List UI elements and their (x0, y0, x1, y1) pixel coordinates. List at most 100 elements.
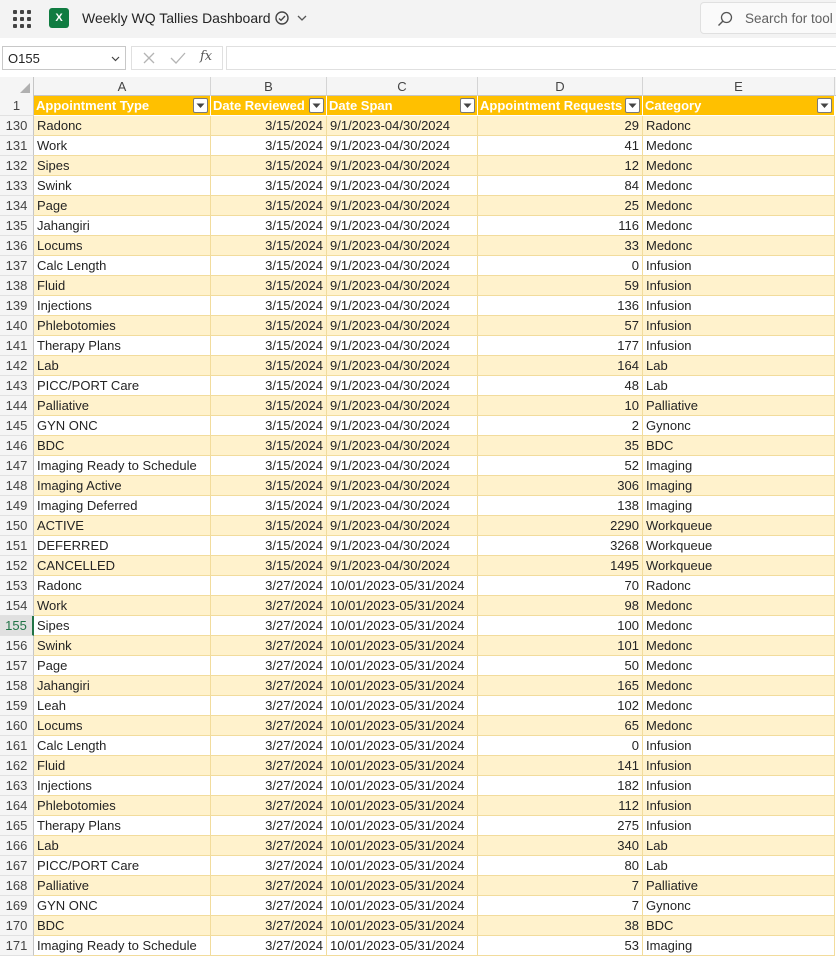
table-cell[interactable]: Medonc (643, 216, 835, 236)
table-cell[interactable]: 3/15/2024 (211, 476, 327, 496)
table-cell[interactable]: 10/01/2023-05/31/2024 (327, 776, 478, 796)
table-cell[interactable]: 10/01/2023-05/31/2024 (327, 636, 478, 656)
table-cell[interactable]: 3/27/2024 (211, 776, 327, 796)
table-cell[interactable]: 9/1/2023-04/30/2024 (327, 136, 478, 156)
table-cell[interactable]: Locums (34, 716, 211, 736)
table-cell[interactable]: 29 (478, 116, 643, 136)
table-cell[interactable]: Palliative (34, 396, 211, 416)
row-number[interactable]: 167 (0, 856, 34, 876)
table-cell[interactable]: 3/27/2024 (211, 596, 327, 616)
select-all-corner[interactable] (0, 77, 34, 96)
table-cell[interactable]: Radonc (643, 116, 835, 136)
table-cell[interactable]: 3/15/2024 (211, 436, 327, 456)
table-cell[interactable]: Medonc (643, 196, 835, 216)
table-cell[interactable]: 9/1/2023-04/30/2024 (327, 456, 478, 476)
table-cell[interactable]: 306 (478, 476, 643, 496)
table-cell[interactable]: Palliative (643, 396, 835, 416)
table-cell[interactable]: Leah (34, 696, 211, 716)
table-cell[interactable]: Infusion (643, 756, 835, 776)
row-number[interactable]: 157 (0, 656, 34, 676)
formula-input[interactable] (226, 46, 836, 70)
table-cell[interactable]: 177 (478, 336, 643, 356)
table-cell[interactable]: 10/01/2023-05/31/2024 (327, 596, 478, 616)
column-header-e[interactable]: E (643, 77, 835, 96)
table-cell[interactable]: 3/27/2024 (211, 816, 327, 836)
table-cell[interactable]: 340 (478, 836, 643, 856)
table-cell[interactable]: 9/1/2023-04/30/2024 (327, 396, 478, 416)
table-cell[interactable]: Radonc (643, 576, 835, 596)
chevron-down-icon[interactable] (296, 12, 308, 24)
table-cell[interactable]: Sipes (34, 156, 211, 176)
table-cell[interactable]: Gynonc (643, 416, 835, 436)
table-cell[interactable]: Palliative (34, 876, 211, 896)
row-number[interactable]: 150 (0, 516, 34, 536)
table-cell[interactable]: 52 (478, 456, 643, 476)
table-cell[interactable]: Therapy Plans (34, 336, 211, 356)
row-number[interactable]: 135 (0, 216, 34, 236)
table-cell[interactable]: 3/15/2024 (211, 516, 327, 536)
app-launcher-icon[interactable] (13, 10, 31, 28)
table-cell[interactable]: 10/01/2023-05/31/2024 (327, 816, 478, 836)
table-cell[interactable]: 2 (478, 416, 643, 436)
table-cell[interactable]: Medonc (643, 596, 835, 616)
table-cell[interactable]: 3/15/2024 (211, 336, 327, 356)
table-cell[interactable]: 9/1/2023-04/30/2024 (327, 376, 478, 396)
table-cell[interactable]: Infusion (643, 336, 835, 356)
table-cell[interactable]: Infusion (643, 776, 835, 796)
table-cell[interactable]: Workqueue (643, 516, 835, 536)
row-number[interactable]: 146 (0, 436, 34, 456)
table-cell[interactable]: BDC (643, 916, 835, 936)
table-cell[interactable]: 7 (478, 876, 643, 896)
header-cell[interactable]: Date Reviewed (211, 96, 327, 116)
table-cell[interactable]: 3/15/2024 (211, 116, 327, 136)
row-number[interactable]: 142 (0, 356, 34, 376)
row-number[interactable]: 171 (0, 936, 34, 956)
enter-check-icon[interactable] (170, 51, 186, 65)
table-cell[interactable]: 3/15/2024 (211, 176, 327, 196)
filter-dropdown-icon[interactable] (309, 98, 324, 113)
table-cell[interactable]: 10/01/2023-05/31/2024 (327, 756, 478, 776)
column-header-b[interactable]: B (211, 77, 327, 96)
document-title[interactable]: Weekly WQ Tallies Dashboard (82, 10, 271, 26)
table-cell[interactable]: Page (34, 656, 211, 676)
table-cell[interactable]: Imaging (643, 456, 835, 476)
filter-dropdown-icon[interactable] (817, 98, 832, 113)
table-cell[interactable]: Gynonc (643, 896, 835, 916)
table-cell[interactable]: 98 (478, 596, 643, 616)
table-cell[interactable]: 3/27/2024 (211, 576, 327, 596)
table-cell[interactable]: Lab (643, 356, 835, 376)
table-cell[interactable]: 9/1/2023-04/30/2024 (327, 416, 478, 436)
table-cell[interactable]: Fluid (34, 276, 211, 296)
table-cell[interactable]: Medonc (643, 636, 835, 656)
row-number[interactable]: 155 (0, 616, 34, 636)
row-number[interactable]: 139 (0, 296, 34, 316)
table-cell[interactable]: Swink (34, 636, 211, 656)
table-cell[interactable]: Injections (34, 776, 211, 796)
row-number[interactable]: 151 (0, 536, 34, 556)
table-cell[interactable]: Sipes (34, 616, 211, 636)
table-cell[interactable]: Therapy Plans (34, 816, 211, 836)
table-cell[interactable]: Infusion (643, 736, 835, 756)
table-cell[interactable]: Lab (34, 836, 211, 856)
table-cell[interactable]: 9/1/2023-04/30/2024 (327, 336, 478, 356)
row-number[interactable]: 170 (0, 916, 34, 936)
table-cell[interactable]: Radonc (34, 576, 211, 596)
table-cell[interactable]: 9/1/2023-04/30/2024 (327, 196, 478, 216)
search-box[interactable]: Search for tool (700, 2, 836, 34)
table-cell[interactable]: PICC/PORT Care (34, 376, 211, 396)
table-cell[interactable]: 3/15/2024 (211, 416, 327, 436)
table-cell[interactable]: Infusion (643, 316, 835, 336)
table-cell[interactable]: 10/01/2023-05/31/2024 (327, 836, 478, 856)
row-number[interactable]: 134 (0, 196, 34, 216)
table-cell[interactable]: Medonc (643, 676, 835, 696)
row-number[interactable]: 130 (0, 116, 34, 136)
row-number[interactable]: 152 (0, 556, 34, 576)
row-number[interactable]: 162 (0, 756, 34, 776)
table-cell[interactable]: Page (34, 196, 211, 216)
table-cell[interactable]: 3/27/2024 (211, 616, 327, 636)
table-cell[interactable]: 3/15/2024 (211, 456, 327, 476)
row-number[interactable]: 166 (0, 836, 34, 856)
table-cell[interactable]: Work (34, 596, 211, 616)
table-cell[interactable]: 3/15/2024 (211, 156, 327, 176)
row-number[interactable]: 132 (0, 156, 34, 176)
